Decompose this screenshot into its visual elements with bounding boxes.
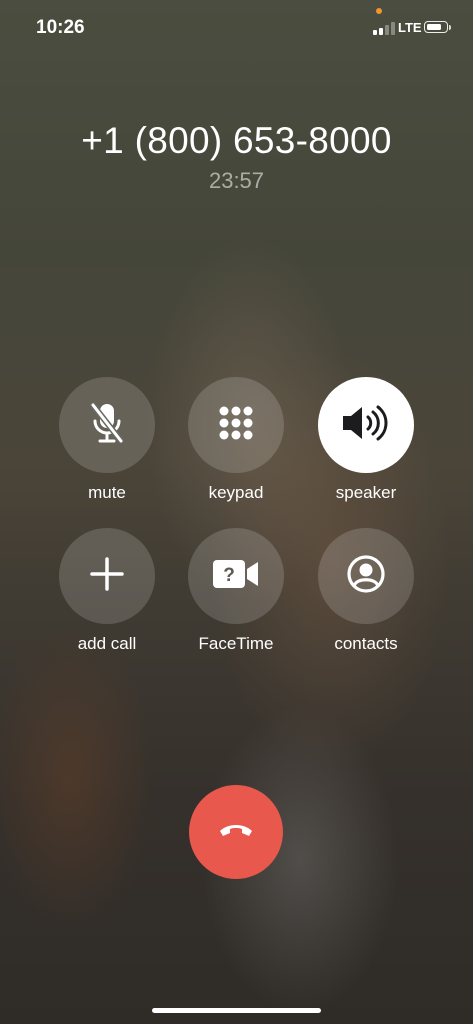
hang-up-phone-icon: [216, 820, 256, 845]
speaker-volume-icon: [341, 403, 391, 448]
status-bar: 10:26 LTE: [0, 0, 473, 56]
keypad-control: keypad: [181, 377, 291, 517]
microphone-slash-icon: [87, 401, 127, 450]
add-call-control: add call: [52, 528, 162, 668]
mute-control: mute: [52, 377, 162, 517]
home-indicator[interactable]: [152, 1008, 321, 1013]
speaker-button[interactable]: [318, 377, 414, 473]
network-type: LTE: [398, 20, 422, 35]
cellular-signal-icon: [373, 22, 395, 35]
keypad-button[interactable]: [188, 377, 284, 473]
microphone-in-use-dot: [376, 8, 382, 14]
caller-number: +1 (800) 653-8000: [81, 120, 392, 161]
battery-nub: [449, 25, 451, 30]
status-time: 10:26: [36, 17, 85, 38]
battery-level: [427, 23, 442, 30]
add-call-label: add call: [77, 634, 137, 653]
mute-label: mute: [88, 483, 126, 502]
keypad-dots-icon: [216, 403, 256, 448]
person-circle-icon: [346, 554, 386, 599]
contacts-control: contacts: [311, 528, 421, 668]
contacts-button[interactable]: [318, 528, 414, 624]
svg-text:?: ?: [223, 565, 235, 586]
add-call-button[interactable]: [59, 528, 155, 624]
keypad-label: keypad: [208, 483, 264, 502]
speaker-control: speaker: [311, 377, 421, 517]
end-call-button[interactable]: [189, 785, 283, 879]
battery-icon: [424, 21, 448, 33]
mute-button[interactable]: [59, 377, 155, 473]
facetime-control: ? FaceTime: [181, 528, 291, 668]
contacts-label: contacts: [334, 634, 398, 653]
facetime-unavailable-icon: ?: [212, 559, 260, 594]
facetime-label: FaceTime: [198, 634, 274, 653]
call-duration: 23:57: [208, 168, 265, 193]
facetime-button[interactable]: ?: [188, 528, 284, 624]
speaker-label: speaker: [335, 483, 397, 502]
plus-icon: [89, 556, 125, 597]
